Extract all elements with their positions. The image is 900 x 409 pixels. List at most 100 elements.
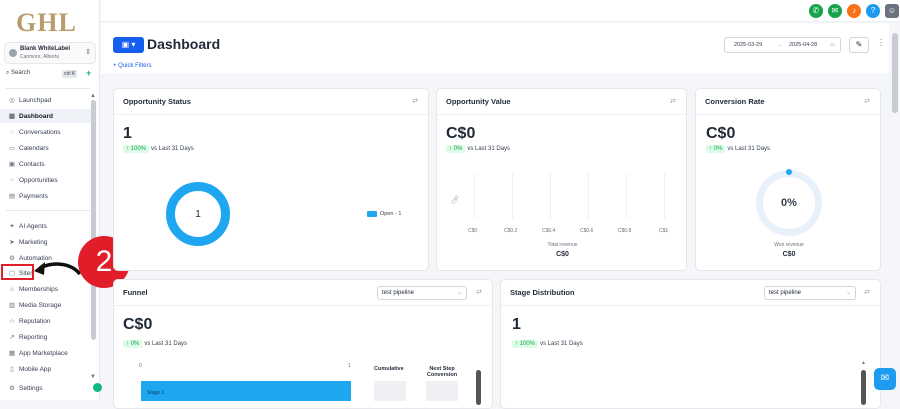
payments-icon: ▤ — [8, 193, 16, 200]
cumulative-cell — [374, 381, 406, 401]
x-tick: C$0.2 — [504, 228, 518, 234]
sidebar-item-dashboard[interactable]: ▦ Dashboard — [0, 109, 96, 123]
change-badge: ↑ 100% — [512, 340, 539, 348]
account-avatar — [9, 49, 17, 57]
sidebar-scrollbar[interactable] — [91, 100, 96, 340]
calendar-icon: ▭ — [8, 145, 16, 152]
scroll-up-icon[interactable]: ▲ — [90, 93, 96, 99]
mobile-icon: ▯ — [10, 366, 14, 373]
sidebar-item-settings[interactable]: ⚙ Settings — [0, 381, 96, 395]
sidebar-item-label: Media Storage — [19, 301, 62, 309]
date-start: 2025-03-29 — [734, 42, 763, 48]
sidebar-item-payments[interactable]: ▤ Payments — [0, 189, 96, 203]
grid-line — [588, 173, 589, 219]
comparison-text: vs Last 31 Days — [144, 341, 188, 347]
x-tick: C$0.8 — [618, 228, 632, 234]
page-scrollbar-thumb[interactable] — [892, 33, 898, 113]
sidebar-item-label: Contacts — [19, 160, 45, 168]
pipeline-select[interactable]: test pipeline ⌄ — [764, 286, 856, 300]
media-icon: ▥ — [8, 302, 16, 309]
quick-filters-toggle[interactable]: + Quick Filters — [113, 63, 152, 69]
sidebar-item-memberships[interactable]: ⌂ Memberships — [0, 282, 96, 296]
sidebar-item-app-marketplace[interactable]: ▦ App Marketplace — [0, 346, 96, 360]
account-switcher[interactable]: Blank WhiteLabel Canmore, Alberta ⇕ — [4, 42, 96, 64]
sidebar-item-launchpad[interactable]: ◎ Launchpad — [0, 93, 96, 107]
account-location: Canmore, Alberta — [20, 54, 59, 60]
card-divider — [114, 114, 428, 115]
metric-change: ↑ 0% vs Last 31 Days — [123, 340, 188, 348]
status-dot — [93, 383, 102, 392]
sidebar-item-opportunities[interactable]: ⁘ Opportunities — [0, 173, 96, 187]
sidebar-item-label: Mobile App — [19, 365, 52, 373]
sidebar: GHL Blank WhiteLabel Canmore, Alberta ⇕ … — [0, 0, 100, 400]
sidebar-item-reporting[interactable]: ↗ Reporting — [0, 330, 96, 344]
more-options-icon[interactable]: ⋮ — [877, 38, 885, 47]
chevron-updown-icon: ⇕ — [85, 49, 91, 56]
sidebar-item-mobile-app[interactable]: ▯ Mobile App — [0, 362, 96, 376]
sidebar-item-ai-agents[interactable]: ✦ AI Agents — [0, 219, 96, 233]
scroll-down-icon[interactable]: ▼ — [90, 374, 96, 380]
date-range-picker[interactable]: 2025-03-29 → 2025-04-28 ▭ — [724, 37, 841, 53]
chevron-down-icon: ⌄ — [456, 290, 462, 296]
page-scrollbar[interactable] — [891, 23, 899, 373]
card-divider — [114, 305, 492, 306]
gauge-marker — [786, 169, 792, 175]
help-icon[interactable]: ? — [866, 4, 880, 18]
rocket-icon: ◎ — [9, 97, 15, 104]
metric-change: ↑ 0% vs Last 31 Days — [446, 145, 510, 153]
search-input[interactable]: ⌕ Search ctrl K + — [6, 68, 94, 82]
sidebar-item-label: Opportunities — [19, 176, 58, 184]
sidebar-item-calendars[interactable]: ▭ Calendars — [0, 141, 96, 155]
quick-add-icon[interactable]: + — [86, 68, 91, 78]
sidebar-item-conversations[interactable]: ◌ Conversations — [0, 125, 96, 139]
card-settings-icon[interactable]: ⇄ — [670, 97, 676, 105]
page-title: Dashboard — [147, 36, 221, 52]
card-settings-icon[interactable]: ⇄ — [476, 288, 482, 296]
brand-logo[interactable]: GHL — [16, 8, 77, 38]
bell-icon[interactable]: ♪ — [847, 4, 861, 18]
page-header: ▣ ▾ Dashboard + Quick Filters 2025-03-29… — [101, 23, 889, 75]
sidebar-item-label: AI Agents — [19, 222, 47, 230]
phone-icon[interactable]: ✆ — [809, 4, 823, 18]
funnel-bar[interactable] — [141, 381, 351, 401]
x-tick: C$0.4 — [542, 228, 556, 234]
search-icon: ⌕ — [6, 70, 10, 76]
chat-support-icon[interactable]: ✉ — [874, 368, 896, 390]
sidebar-divider — [6, 88, 90, 89]
megaphone-icon[interactable]: ✉ — [828, 4, 842, 18]
total-value: C$0 — [556, 251, 569, 258]
edit-dashboard-button[interactable]: ✎ — [849, 37, 869, 53]
change-badge: ↑ 0% — [446, 145, 466, 153]
quick-filters-label: Quick Filters — [118, 63, 152, 69]
metric-change: ↑ 100% vs Last 31 Days — [512, 340, 583, 348]
scroll-up-icon[interactable]: ▲ — [861, 360, 866, 366]
marketplace-icon: ▦ — [8, 350, 16, 357]
legend-label[interactable]: Open - 1 — [380, 211, 401, 217]
sidebar-item-contacts[interactable]: ▣ Contacts — [0, 157, 96, 171]
grid-line — [664, 173, 665, 219]
sidebar-item-label: Reputation — [19, 317, 51, 325]
card-settings-icon[interactable]: ⇄ — [412, 97, 418, 105]
dashboard-switcher-button[interactable]: ▣ ▾ — [113, 37, 144, 53]
automation-icon: ⚙ — [9, 255, 15, 262]
card-settings-icon[interactable]: ⇄ — [864, 288, 870, 296]
memberships-icon: ⌂ — [10, 285, 14, 293]
contacts-icon: ▣ — [8, 161, 16, 168]
metric-value: C$0 — [706, 125, 736, 142]
sidebar-item-label: Calendars — [19, 144, 49, 152]
funnel-card: Funnel test pipeline ⌄ ⇄ C$0 ↑ 0% vs Last … — [113, 279, 493, 409]
sidebar-item-label: Memberships — [19, 285, 59, 293]
sidebar-item-label: Marketing — [19, 238, 48, 246]
calendar-icon: ▭ — [830, 42, 836, 48]
sidebar-item-media-storage[interactable]: ▥ Media Storage — [0, 298, 96, 312]
card-settings-icon[interactable]: ⇄ — [864, 97, 870, 105]
card-title: Stage Distribution — [510, 288, 575, 297]
sidebar-item-reputation[interactable]: ☆ Reputation — [0, 314, 96, 328]
date-end: 2025-04-28 — [789, 42, 818, 48]
grid-icon: ▦ — [8, 113, 16, 120]
chat-icon: ◌ — [10, 128, 14, 136]
user-avatar[interactable]: ☺ — [885, 4, 899, 18]
gauge-value: 0% — [781, 197, 797, 209]
sidebar-item-label: App Marketplace — [19, 349, 68, 357]
pipeline-select[interactable]: test pipeline ⌄ — [377, 286, 467, 300]
